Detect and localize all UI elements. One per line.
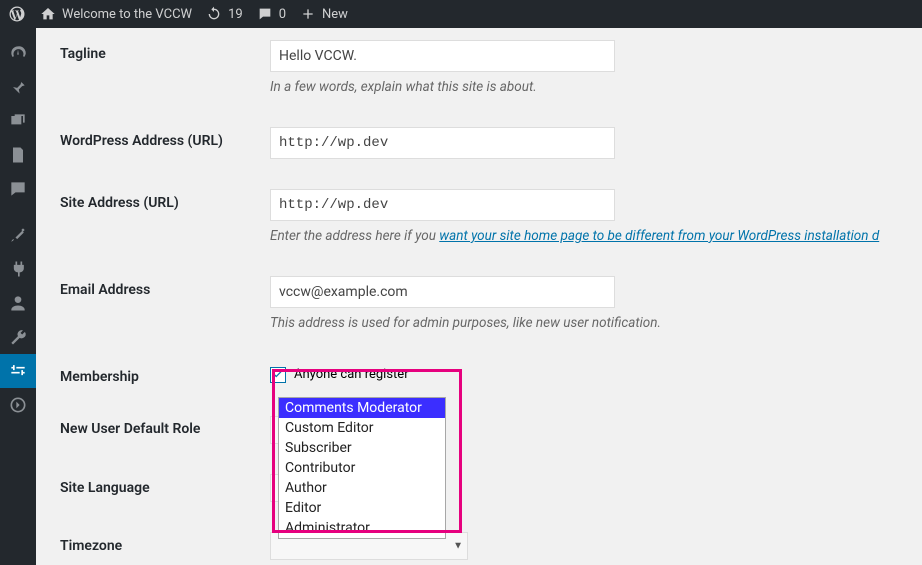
- sidebar-item-posts[interactable]: [0, 70, 36, 104]
- new-content-link[interactable]: New: [300, 6, 348, 22]
- desc-email: This address is used for admin purposes,…: [270, 314, 922, 333]
- brush-icon: [8, 225, 28, 245]
- role-option[interactable]: Comments Moderator: [279, 398, 445, 418]
- label-site-language: Site Language: [60, 474, 270, 496]
- comment-bubble-icon: [8, 179, 28, 199]
- admin-sidebar: [0, 28, 36, 565]
- caret-down-icon: ▼: [453, 540, 463, 551]
- media-icon: [8, 111, 28, 131]
- updates-link[interactable]: 19: [206, 6, 243, 22]
- admin-top-bar: Welcome to the VCCW 19 0 New: [0, 0, 922, 28]
- desc-site-address: Enter the address here if you want your …: [270, 227, 922, 246]
- home-icon: [40, 6, 56, 22]
- label-site-address: Site Address (URL): [60, 189, 270, 211]
- wp-logo-menu[interactable]: [8, 5, 26, 23]
- comments-count: 0: [279, 7, 286, 22]
- role-option[interactable]: Author: [279, 478, 445, 498]
- label-default-role: New User Default Role: [60, 415, 270, 437]
- site-title-label: Welcome to the VCCW: [62, 7, 192, 22]
- comment-icon: [257, 6, 273, 22]
- role-option[interactable]: Administrator: [279, 518, 445, 538]
- sidebar-item-media[interactable]: [0, 104, 36, 138]
- dashboard-icon: [8, 43, 28, 63]
- label-membership: Membership: [60, 363, 270, 385]
- comments-link[interactable]: 0: [257, 6, 286, 22]
- row-tagline: Tagline In a few words, explain what thi…: [60, 28, 922, 115]
- desc-tagline: In a few words, explain what this site i…: [270, 78, 922, 97]
- plus-icon: [300, 6, 316, 22]
- input-email[interactable]: [270, 276, 615, 308]
- role-option[interactable]: Subscriber: [279, 438, 445, 458]
- role-option[interactable]: Editor: [279, 498, 445, 518]
- desc-site-address-pre: Enter the address here if you: [270, 228, 439, 244]
- sliders-icon: [8, 361, 28, 381]
- pin-icon: [8, 77, 28, 97]
- sidebar-item-dashboard[interactable]: [0, 36, 36, 70]
- checkbox-label: Anyone can register: [294, 367, 409, 382]
- sidebar-item-comments[interactable]: [0, 172, 36, 206]
- page-icon: [8, 145, 28, 165]
- user-icon: [8, 293, 28, 313]
- input-wp-address[interactable]: [270, 127, 615, 159]
- row-site-address: Site Address (URL) Enter the address her…: [60, 177, 922, 264]
- sidebar-item-settings[interactable]: [0, 354, 36, 388]
- sidebar-item-appearance[interactable]: [0, 218, 36, 252]
- role-option[interactable]: Contributor: [279, 458, 445, 478]
- checkbox-anyone-can-register[interactable]: Anyone can register: [270, 363, 922, 383]
- role-option[interactable]: Custom Editor: [279, 418, 445, 438]
- label-wp-address: WordPress Address (URL): [60, 127, 270, 149]
- input-site-address[interactable]: [270, 189, 615, 221]
- listbox-default-role[interactable]: Comments ModeratorCustom EditorSubscribe…: [278, 397, 446, 539]
- sidebar-item-collapse[interactable]: [0, 388, 36, 422]
- refresh-icon: [206, 6, 222, 22]
- sidebar-item-tools[interactable]: [0, 320, 36, 354]
- label-tagline: Tagline: [60, 40, 270, 62]
- row-default-role: New User Default Role Comments Moderator…: [60, 403, 922, 462]
- row-timezone: Timezone ▼ Choose either a city in the s…: [60, 520, 922, 565]
- sidebar-item-plugins[interactable]: [0, 252, 36, 286]
- sidebar-item-pages[interactable]: [0, 138, 36, 172]
- settings-general-form: Tagline In a few words, explain what thi…: [36, 28, 922, 565]
- input-tagline[interactable]: [270, 40, 615, 72]
- checkmark-icon: [270, 367, 286, 383]
- wordpress-logo-icon: [8, 5, 26, 23]
- sidebar-item-users[interactable]: [0, 286, 36, 320]
- row-site-language: Site Language ▼: [60, 462, 922, 520]
- plugin-icon: [8, 259, 28, 279]
- updates-count: 19: [228, 7, 243, 22]
- wrench-icon: [8, 327, 28, 347]
- row-wp-address: WordPress Address (URL): [60, 115, 922, 177]
- collapse-icon: [8, 395, 28, 415]
- label-timezone: Timezone: [60, 532, 270, 554]
- link-site-address-help[interactable]: want your site home page to be different…: [439, 228, 879, 244]
- site-link[interactable]: Welcome to the VCCW: [40, 6, 192, 22]
- row-membership: Membership Anyone can register: [60, 351, 922, 403]
- new-label: New: [322, 7, 348, 22]
- label-email: Email Address: [60, 276, 270, 298]
- row-email: Email Address This address is used for a…: [60, 264, 922, 351]
